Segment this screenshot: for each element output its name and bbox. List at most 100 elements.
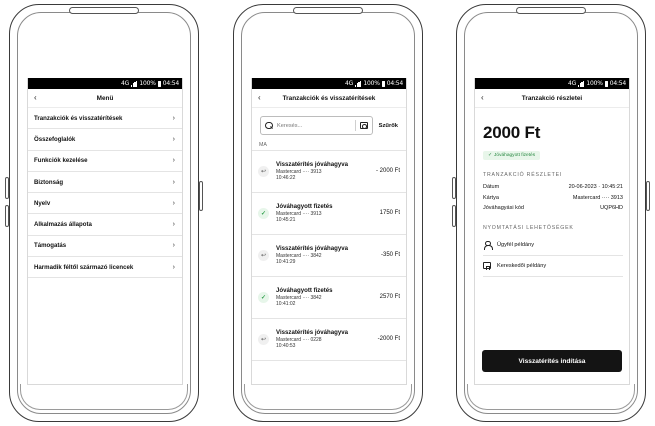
- chevron-right-icon: ›: [172, 157, 175, 165]
- detail-row-card: Kártya Mastercard ···· 3913: [475, 193, 629, 204]
- back-icon[interactable]: ‹: [34, 93, 37, 102]
- battery-percent: 100%: [363, 80, 380, 87]
- transaction-title: Jóváhagyott fizetés: [276, 287, 333, 295]
- detail-row-date: Dátum 20-06-2023 · 10:45:21: [475, 182, 629, 193]
- phone-chin: [20, 384, 188, 410]
- transaction-time: 10:46:22: [276, 175, 296, 182]
- detail-value: 20-06-2023 · 10:45:21: [568, 184, 623, 191]
- battery-percent: 100%: [586, 80, 603, 87]
- check-icon: ✓: [258, 207, 269, 219]
- store-icon: [483, 262, 491, 270]
- phone-transactions: 4G 100% 04:54 ‹ Tranzakciók és visszatér…: [233, 4, 423, 422]
- phone-speaker: [293, 7, 363, 14]
- menu-item-app-status[interactable]: Alkalmazás állapota ›: [28, 214, 182, 236]
- menu-item-transactions[interactable]: Tranzakciók és visszatérítések ›: [28, 108, 182, 130]
- divider: [483, 275, 623, 277]
- status-bar: 4G 100% 04:54: [475, 78, 629, 89]
- detail-value: UQP6HD: [600, 205, 623, 212]
- transaction-amount: -350 Ft: [380, 252, 400, 259]
- transaction-row[interactable]: ↩ Visszatérítés jóváhagyva Mastercard ··…: [252, 151, 406, 193]
- chevron-right-icon: ›: [172, 199, 175, 207]
- phone-speaker: [516, 7, 586, 14]
- details-screen: 4G 100% 04:54 ‹ Tranzakció részletei 200…: [474, 78, 630, 385]
- phone-chin: [244, 384, 412, 410]
- status-badge-label: Jóváhagyott fizetés: [494, 153, 536, 158]
- transaction-row[interactable]: ↩ Visszatérítés jóváhagyva Mastercard ··…: [252, 235, 406, 277]
- menu-item-security[interactable]: Biztonság ›: [28, 172, 182, 194]
- menu-item-label: Harmadik féltől származó licencek: [34, 263, 134, 271]
- transaction-info: Visszatérítés jóváhagyva Mastercard ····…: [276, 245, 381, 265]
- search-divider: [354, 120, 356, 131]
- app-bar: ‹ Tranzakció részletei: [475, 89, 629, 108]
- transaction-amount: 2000 Ft: [483, 123, 541, 142]
- page-title: Tranzakciók és visszatérítések: [282, 94, 376, 102]
- scan-receipt-icon[interactable]: [359, 122, 368, 129]
- menu-item-language[interactable]: Nyelv ›: [28, 193, 182, 215]
- transaction-time: 10:41:02: [276, 301, 296, 308]
- search-icon: [265, 121, 273, 130]
- clock: 04:54: [609, 80, 627, 87]
- menu-item-label: Nyelv: [34, 199, 51, 207]
- check-icon: ✓: [488, 153, 493, 158]
- chevron-right-icon: ›: [172, 263, 175, 271]
- status-bar: 4G 100% 04:54: [252, 78, 406, 89]
- volume-down-button: [452, 205, 456, 227]
- page-title: Menü: [96, 94, 114, 102]
- print-customer-copy[interactable]: Ügyfél példány: [475, 235, 629, 255]
- menu-item-label: Alkalmazás állapota: [34, 221, 92, 229]
- detail-row-auth-code: Jóváhagyási kód UQP6HD: [475, 203, 629, 214]
- section-label-today: MA: [259, 142, 267, 148]
- app-bar: ‹ Menü: [28, 89, 182, 108]
- menu-item-label: Összefoglalók: [34, 135, 76, 143]
- detail-value: Mastercard ···· 3913: [572, 194, 623, 201]
- phone-chin: [467, 384, 635, 410]
- clock: 04:54: [162, 80, 180, 87]
- chevron-right-icon: ›: [172, 221, 175, 229]
- transaction-amount: - 2000 Ft: [375, 168, 400, 175]
- print-options-heading: NYOMTATÁSI LEHETŐSÉGEK: [483, 224, 574, 231]
- transaction-time: 10:45:21: [276, 217, 296, 224]
- chevron-right-icon: ›: [172, 178, 175, 186]
- transaction-row[interactable]: ↩ Visszatérítés jóváhagyva Mastercard ··…: [252, 319, 406, 361]
- menu-item-licenses[interactable]: Harmadik féltől származó licencek ›: [28, 257, 182, 279]
- back-icon[interactable]: ‹: [481, 93, 484, 102]
- transaction-info: Jóváhagyott fizetés Mastercard ···· 3913…: [276, 203, 380, 223]
- battery-icon: [604, 80, 608, 87]
- transaction-title: Visszatérítés jóváhagyva: [276, 329, 349, 337]
- menu-item-support[interactable]: Támogatás ›: [28, 236, 182, 258]
- menu-item-label: Támogatás: [34, 242, 67, 250]
- transaction-row[interactable]: ✓ Jóváhagyott fizetés Mastercard ···· 39…: [252, 193, 406, 235]
- print-option-label: Kereskedői példány: [497, 262, 547, 269]
- menu-item-features[interactable]: Funkciók kezelése ›: [28, 151, 182, 172]
- volume-down-button: [5, 205, 9, 227]
- transaction-amount: 2570 Ft: [379, 294, 400, 301]
- search-placeholder: Keresés...: [277, 122, 303, 129]
- chevron-right-icon: ›: [172, 242, 175, 250]
- search-input[interactable]: Keresés...: [260, 116, 373, 135]
- refund-icon: ↩: [258, 333, 269, 345]
- signal-icon: [131, 80, 138, 87]
- phone-menu: 4G 100% 04:54 ‹ Menü Tranzakciók és viss…: [5, 4, 203, 422]
- clock: 04:54: [386, 80, 404, 87]
- network-label: 4G: [345, 80, 354, 87]
- menu-screen: 4G 100% 04:54 ‹ Menü Tranzakciók és viss…: [27, 78, 183, 385]
- transaction-info: Jóváhagyott fizetés Mastercard ···· 3842…: [276, 287, 380, 307]
- print-merchant-copy[interactable]: Kereskedői példány: [475, 256, 629, 276]
- filters-button[interactable]: Szűrők: [377, 123, 398, 129]
- start-refund-button[interactable]: Visszatérítés indítása: [482, 350, 622, 372]
- phone-speaker: [69, 7, 139, 14]
- transaction-row[interactable]: ✓ Jóváhagyott fizetés Mastercard ···· 38…: [252, 277, 406, 319]
- print-option-label: Ügyfél példány: [497, 241, 535, 248]
- page-title: Tranzakció részletei: [521, 94, 583, 102]
- transaction-title: Visszatérítés jóváhagyva: [276, 161, 349, 169]
- search-row: Keresés... Szűrők: [260, 116, 398, 135]
- transaction-list: ↩ Visszatérítés jóváhagyva Mastercard ··…: [252, 151, 406, 361]
- power-button: [646, 181, 650, 211]
- menu-item-summaries[interactable]: Összefoglalók ›: [28, 129, 182, 151]
- chevron-right-icon: ›: [172, 114, 175, 122]
- phone-transaction-details: 4G 100% 04:54 ‹ Tranzakció részletei 200…: [452, 4, 650, 422]
- detail-key: Kártya: [483, 194, 499, 201]
- back-icon[interactable]: ‹: [258, 93, 261, 102]
- menu-item-label: Funkciók kezelése: [34, 157, 88, 165]
- transaction-info: Visszatérítés jóváhagyva Mastercard ····…: [276, 329, 378, 349]
